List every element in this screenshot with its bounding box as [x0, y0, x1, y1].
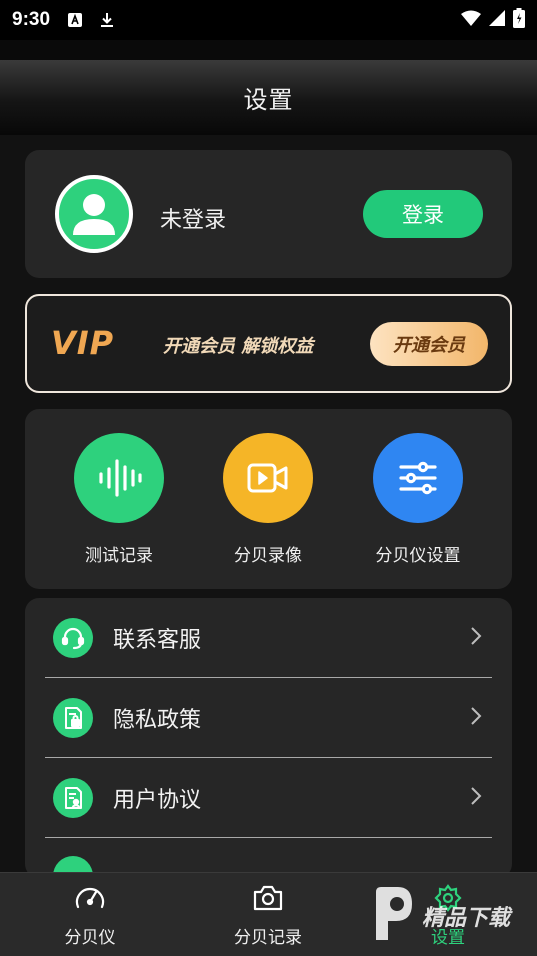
chevron-right-icon — [470, 706, 482, 730]
login-button[interactable]: 登录 — [363, 190, 483, 238]
feature-label: 测试记录 — [85, 546, 153, 566]
sliders-icon — [373, 433, 463, 523]
menu-item-label: 隐私政策 — [113, 707, 202, 733]
vip-banner[interactable]: VIP 开通会员 解锁权益 开通会员 — [25, 294, 512, 393]
tab-label: 分贝仪 — [64, 928, 116, 948]
sound-wave-icon — [74, 433, 164, 523]
feature-meter-settings[interactable]: 分贝仪设置 — [348, 433, 488, 566]
battery-icon — [513, 8, 525, 32]
privacy-doc-icon — [53, 697, 93, 738]
gauge-icon — [73, 883, 107, 917]
feature-label: 分贝录像 — [234, 546, 302, 566]
menu-card: 联系客服 隐私政策 用户协议 — [25, 598, 512, 878]
status-time: 9:30 — [12, 9, 51, 30]
vip-slogan: 开通会员 解锁权益 — [163, 336, 314, 357]
text-a-icon — [68, 13, 83, 27]
top-spacer — [0, 40, 537, 60]
app-header: 设置 — [0, 60, 537, 135]
watermark: 精品下载 — [370, 876, 537, 956]
feature-label: 分贝仪设置 — [375, 546, 461, 566]
status-bar: 9:30 — [0, 0, 537, 40]
vip-logo: VIP — [51, 324, 115, 362]
features-card: 测试记录 分贝录像 分贝仪设置 — [25, 409, 512, 589]
watermark-text: 精品下载 — [422, 906, 511, 931]
menu-item-label: 联系客服 — [113, 627, 202, 653]
profile-name: 未登录 — [160, 208, 227, 233]
chevron-right-icon — [470, 626, 482, 650]
signal-icon — [489, 10, 505, 30]
tab-decibel-records[interactable]: 分贝记录 — [198, 883, 338, 948]
menu-item-label: 用户协议 — [113, 787, 202, 813]
camera-icon — [251, 883, 285, 917]
feature-test-records[interactable]: 测试记录 — [49, 433, 189, 566]
tab-label: 分贝记录 — [234, 928, 302, 948]
feature-video-record[interactable]: 分贝录像 — [198, 433, 338, 566]
agreement-doc-icon — [53, 777, 93, 818]
profile-card: 未登录 登录 — [25, 150, 512, 278]
menu-item-contact-service[interactable]: 联系客服 — [45, 598, 492, 678]
chevron-right-icon — [470, 786, 482, 810]
video-icon — [223, 433, 313, 523]
headset-icon — [53, 617, 93, 658]
menu-item-user-agreement[interactable]: 用户协议 — [45, 758, 492, 838]
wifi-icon — [461, 10, 481, 30]
tab-decibel-meter[interactable]: 分贝仪 — [20, 883, 160, 948]
watermark-logo — [370, 884, 416, 948]
menu-item-privacy-policy[interactable]: 隐私政策 — [45, 678, 492, 758]
download-icon — [100, 13, 114, 27]
vip-open-button[interactable]: 开通会员 — [370, 322, 488, 366]
page-title: 设置 — [243, 86, 294, 114]
user-avatar-icon[interactable] — [55, 175, 133, 253]
